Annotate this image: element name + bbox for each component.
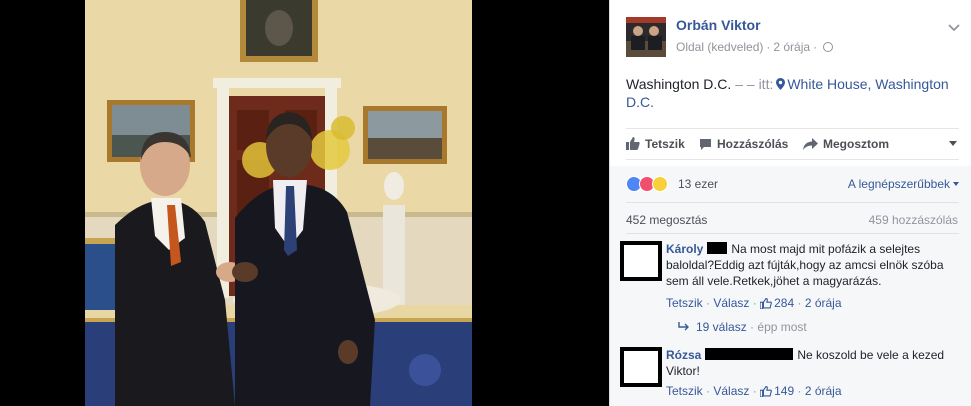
location-dashes: – – xyxy=(735,76,755,92)
comment-button[interactable]: Hozzászólás xyxy=(699,137,788,151)
comment-like-count[interactable]: 149 xyxy=(759,384,795,398)
comment-like-number: 284 xyxy=(774,296,795,310)
chevron-down-icon[interactable] xyxy=(946,19,962,35)
commenter-avatar[interactable] xyxy=(620,347,662,387)
comment-body: Rózsa Ne koszold be vele a kezed Viktor! xyxy=(666,347,966,379)
location-prefix: Washington D.C. xyxy=(626,76,732,92)
redaction-bar xyxy=(707,242,728,254)
page-name-link[interactable]: Orbán Viktor xyxy=(676,17,761,33)
share-arrow-icon xyxy=(803,138,818,150)
commenter-name[interactable]: Rózsa xyxy=(666,348,701,362)
divider xyxy=(626,233,959,234)
like-button[interactable]: Tetszik xyxy=(626,137,685,151)
replies-separator: · xyxy=(750,320,755,334)
share-button-label: Megosztom xyxy=(823,137,889,151)
view-replies-link[interactable]: 19 válasz · épp most xyxy=(678,320,807,334)
comment-reply-link[interactable]: Válasz xyxy=(713,296,749,310)
thumbs-up-icon xyxy=(759,386,772,398)
haha-reaction-icon xyxy=(652,176,668,192)
post-timestamp[interactable]: 2 órája xyxy=(773,40,810,54)
post-header: Orbán Viktor Oldal (kedveled) · 2 órája · xyxy=(626,17,966,57)
comment-like-link[interactable]: Tetszik xyxy=(666,384,703,398)
comment-timestamp[interactable]: 2 órája xyxy=(805,384,842,398)
comment-count[interactable]: 459 hozzászólás xyxy=(869,213,958,227)
comment-like-count[interactable]: 284 xyxy=(759,296,795,310)
reactions-summary[interactable]: 13 ezer A legnépszerűbbek xyxy=(626,174,959,194)
location-itt: itt: xyxy=(758,76,774,92)
meta-separator: · xyxy=(766,40,771,54)
page-avatar[interactable] xyxy=(626,17,666,57)
photo-viewer: Orbán Viktor Oldal (kedveled) · 2 órája · W… xyxy=(0,0,971,406)
meta-separator: · xyxy=(813,40,818,54)
globe-icon xyxy=(823,42,834,52)
share-count[interactable]: 452 megosztás xyxy=(626,213,707,227)
comment-timestamp[interactable]: 2 órája xyxy=(805,296,842,310)
divider xyxy=(626,202,959,203)
reaction-count[interactable]: 13 ezer xyxy=(678,177,718,191)
reply-arrow-icon xyxy=(678,322,689,331)
footer-separator: · xyxy=(752,296,757,310)
comment-like-link[interactable]: Tetszik xyxy=(666,296,703,310)
thumbs-up-icon xyxy=(626,137,640,150)
comment-footer: Tetszik · Válasz · 284 · 2 órája xyxy=(666,296,842,310)
share-options-caret-icon[interactable] xyxy=(949,141,957,146)
sort-label: A legnépszerűbbek xyxy=(847,177,950,191)
post-photo[interactable] xyxy=(85,0,472,406)
post-side-panel: Orbán Viktor Oldal (kedveled) · 2 órája · W… xyxy=(609,0,971,406)
comment-footer: Tetszik · Válasz · 149 · 2 órája xyxy=(666,384,842,398)
redaction-bar xyxy=(705,348,794,360)
like-button-label: Tetszik xyxy=(645,137,685,151)
comment-button-label: Hozzászólás xyxy=(717,137,789,151)
comment-like-number: 149 xyxy=(774,384,795,398)
comment-icon xyxy=(700,139,711,150)
map-pin-icon xyxy=(776,78,786,90)
page-type: Oldal (kedveled) xyxy=(676,40,764,54)
share-button[interactable]: Megosztom xyxy=(803,137,889,151)
comment-sort-dropdown[interactable]: A legnépszerűbbek xyxy=(848,177,959,191)
comment-reply-link[interactable]: Válasz xyxy=(713,384,749,398)
photo-illustration xyxy=(85,0,472,406)
thumbs-up-icon xyxy=(759,298,772,310)
commenter-avatar[interactable] xyxy=(620,241,662,281)
commenter-name[interactable]: Károly xyxy=(666,242,703,256)
post-location-text: Washington D.C. – – itt: White House, Was… xyxy=(626,75,956,111)
post-meta: Oldal (kedveled) · 2 órája · xyxy=(676,40,834,54)
replies-count: 19 válasz xyxy=(696,320,747,334)
caret-down-icon xyxy=(953,182,959,186)
post-actions-bar: Tetszik Hozzászólás Megosztom xyxy=(626,128,959,160)
footer-separator: · xyxy=(752,384,757,398)
footer-separator: · xyxy=(797,384,802,398)
comment-body: Károly Na most majd mit pofázik a selejte… xyxy=(666,241,966,289)
footer-separator: · xyxy=(706,296,711,310)
replies-time: épp most xyxy=(757,320,807,334)
footer-separator: · xyxy=(797,296,802,310)
footer-separator: · xyxy=(706,384,711,398)
